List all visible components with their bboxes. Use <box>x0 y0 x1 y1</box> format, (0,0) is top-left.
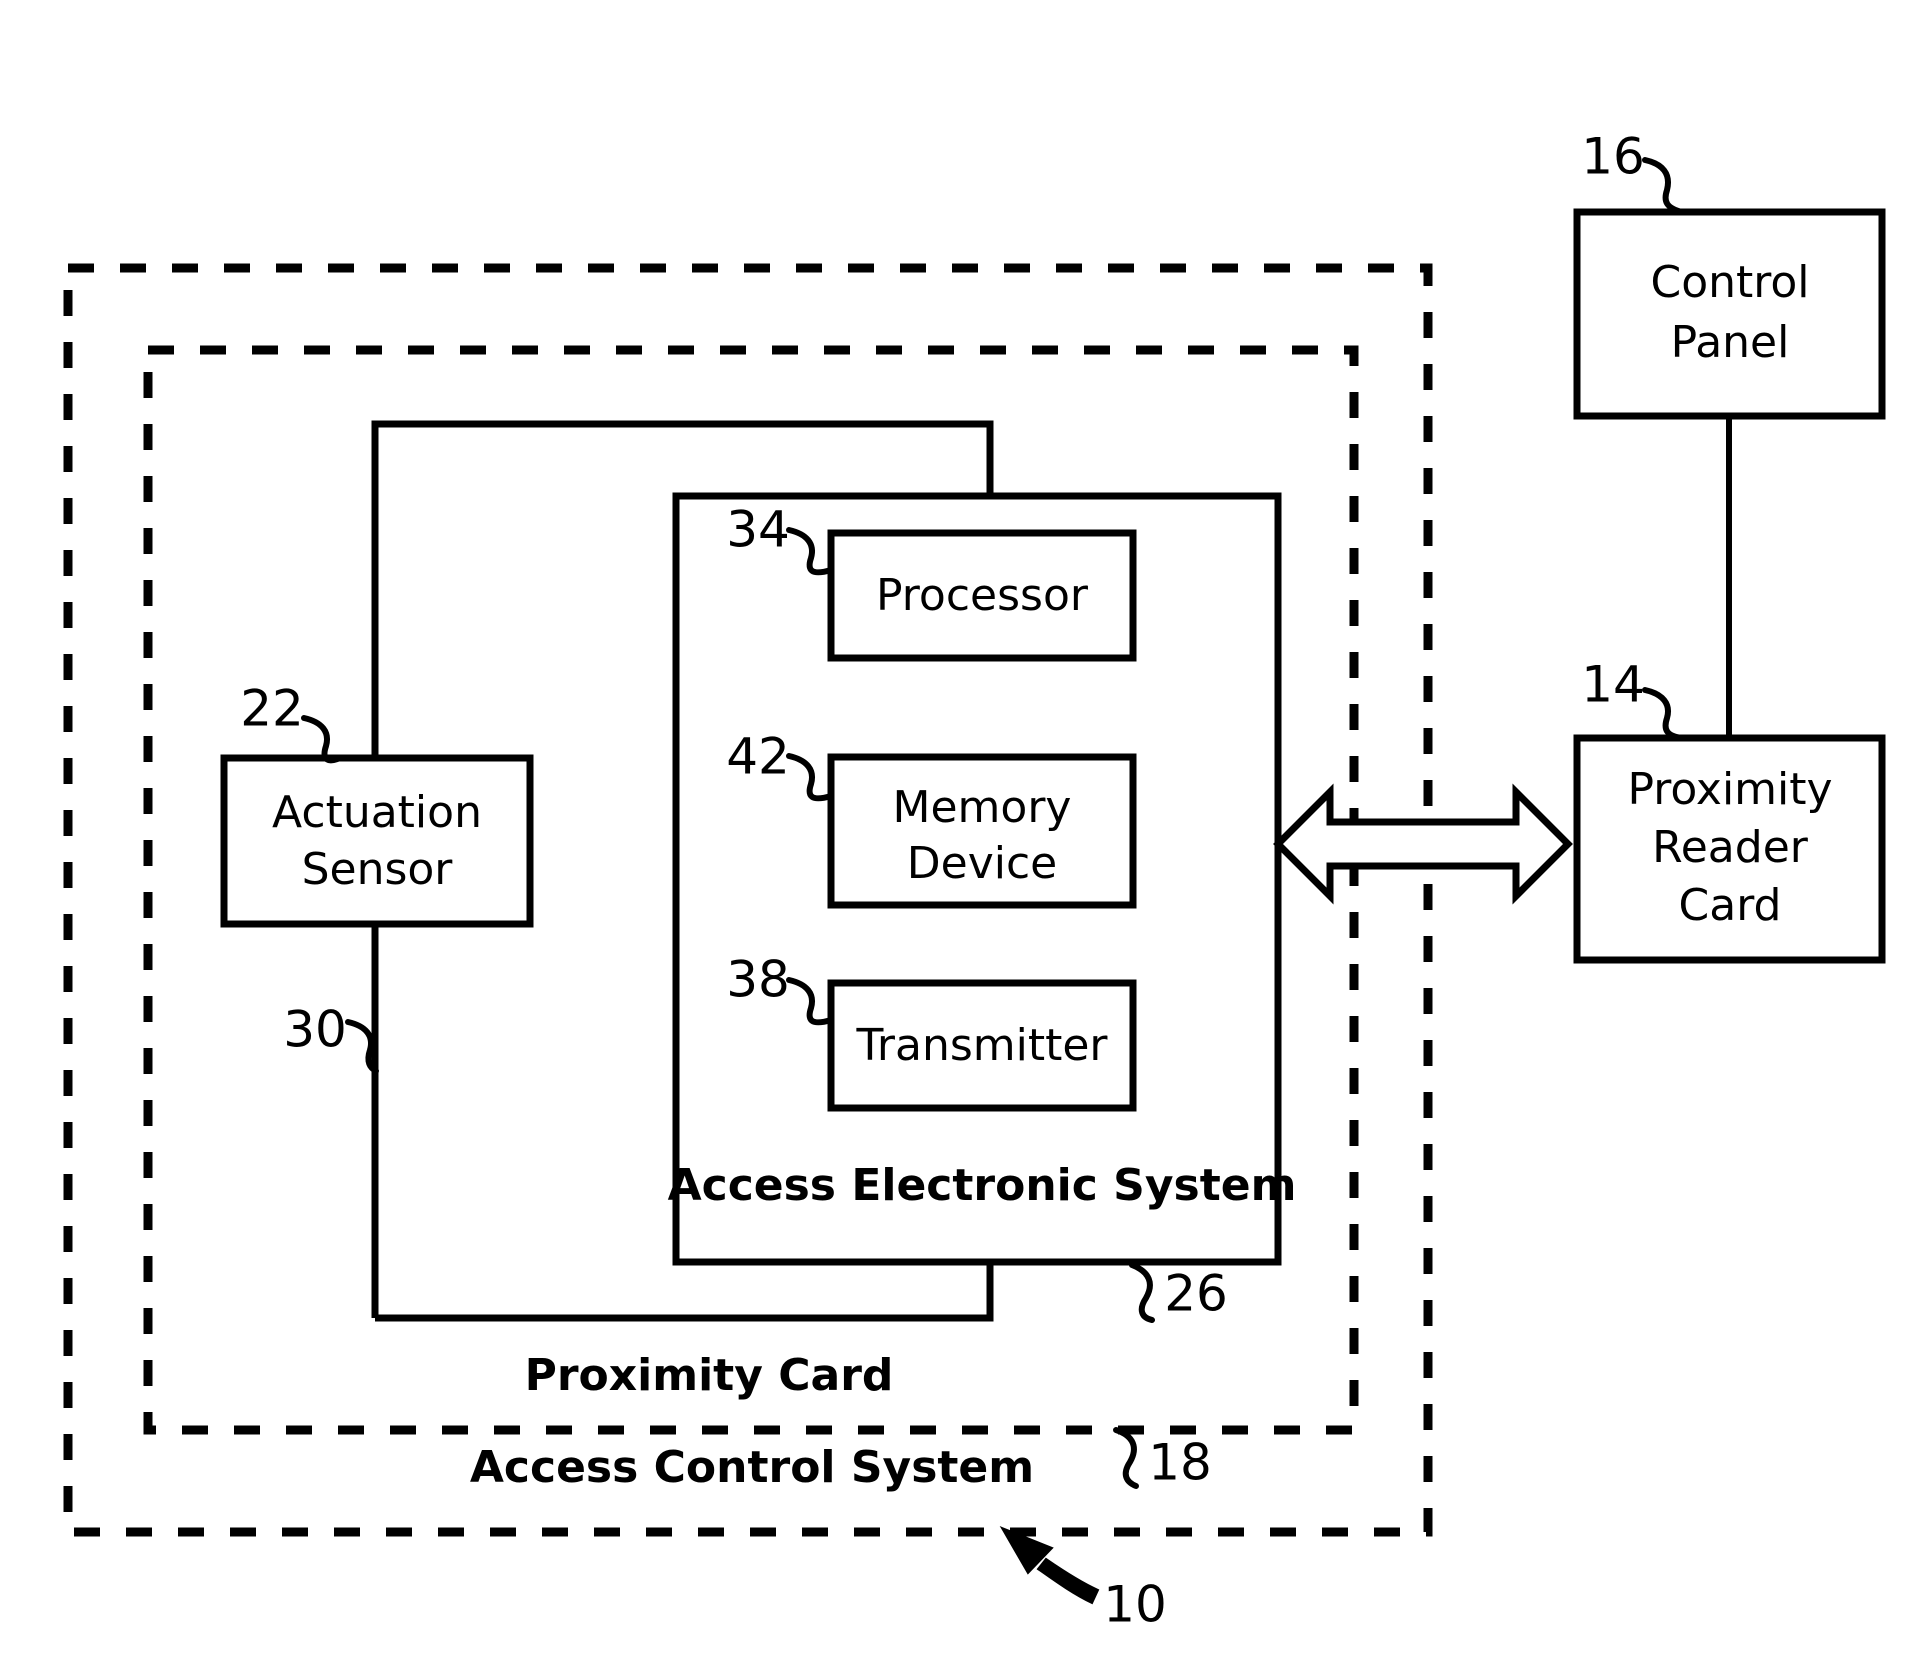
control-panel-label-line2: Panel <box>1671 317 1790 368</box>
actuation-sensor-box[interactable] <box>220 754 534 928</box>
ref-18-leader <box>1113 1427 1139 1489</box>
access-control-system-caption: Access Control System <box>470 1442 1034 1493</box>
control-panel-box[interactable] <box>1573 208 1886 420</box>
bidirectional-communication-arrow <box>1273 783 1573 905</box>
ref-42: 42 <box>726 728 790 786</box>
block-diagram: Actuation Sensor 22 30 Processor 34 Memo… <box>63 128 1886 1634</box>
ref-26: 26 <box>1164 1265 1228 1323</box>
memory-device-label-line2: Device <box>907 838 1057 889</box>
actuation-sensor-wire-bottom <box>375 1262 994 1322</box>
access-electronic-system-caption: Access Electronic System <box>668 1160 1297 1211</box>
proximity-reader-card-label-line1: Proximity <box>1627 764 1832 815</box>
processor-label: Processor <box>876 570 1089 621</box>
ref-22-leader <box>301 715 343 764</box>
ref-18: 18 <box>1148 1434 1212 1492</box>
ref-22: 22 <box>240 680 304 738</box>
proximity-reader-card-label-line3: Card <box>1679 880 1782 931</box>
actuation-sensor-label-line2: Sensor <box>302 844 454 895</box>
figure-canvas: Actuation Sensor 22 30 Processor 34 Memo… <box>0 0 1930 1670</box>
ref-16-leader <box>1642 157 1685 215</box>
control-panel-label-line1: Control <box>1650 257 1809 308</box>
transmitter-label: Transmitter <box>855 1020 1108 1071</box>
ref-10: 10 <box>1103 1576 1167 1634</box>
ref-10-arrow-shaft <box>1036 1557 1100 1605</box>
memory-device-label-line1: Memory <box>893 782 1072 833</box>
ref-16: 16 <box>1581 128 1645 186</box>
ref-14-leader <box>1642 687 1685 741</box>
ref-30: 30 <box>283 1001 347 1059</box>
ref-38: 38 <box>726 951 790 1009</box>
ref-26-leader <box>1129 1262 1155 1323</box>
ref-34: 34 <box>726 501 790 559</box>
proximity-reader-card-label-line2: Reader <box>1652 822 1809 873</box>
ref-14: 14 <box>1581 656 1645 714</box>
actuation-sensor-label-line1: Actuation <box>272 787 482 838</box>
proximity-card-caption: Proximity Card <box>525 1350 894 1401</box>
